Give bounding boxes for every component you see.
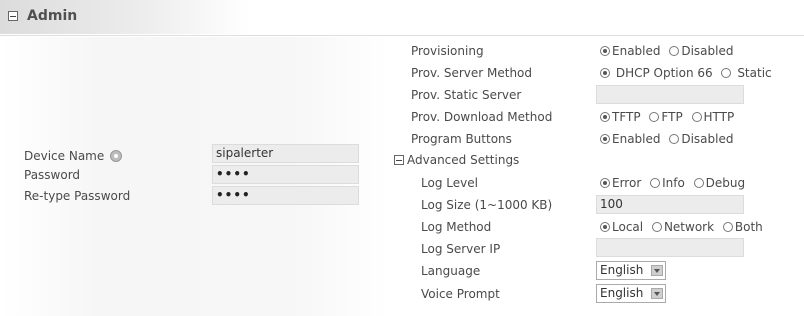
chevron-down-icon[interactable]	[651, 288, 663, 299]
log-method-network-option[interactable]: Network	[651, 220, 715, 234]
option-label: Info	[662, 176, 685, 190]
program-buttons-enabled-option[interactable]: Enabled	[600, 132, 661, 146]
log-method-both-option[interactable]: Both	[722, 220, 763, 234]
log-level-error-option[interactable]: Error	[600, 176, 641, 190]
program-buttons-label: Program Buttons	[411, 132, 512, 146]
provisioning-disabled-option[interactable]: Disabled	[669, 44, 733, 58]
provisioning-radio-group: Enabled Disabled	[600, 44, 738, 58]
radio-icon[interactable]	[669, 46, 680, 56]
device-name-label: Device Name	[24, 148, 123, 163]
radio-icon[interactable]	[600, 222, 610, 232]
header-divider	[0, 35, 804, 36]
radio-icon[interactable]	[693, 178, 704, 188]
provisioning-enabled-option[interactable]: Enabled	[600, 44, 661, 58]
voice-prompt-select[interactable]: English	[596, 284, 666, 303]
radio-icon[interactable]	[669, 134, 680, 144]
option-label: Enabled	[612, 44, 661, 58]
language-label: Language	[421, 264, 481, 278]
option-label: Network	[663, 220, 715, 234]
log-server-ip-field[interactable]	[596, 238, 744, 257]
log-level-debug-option[interactable]: Debug	[693, 176, 746, 190]
option-label: Enabled	[612, 132, 661, 146]
prov-download-method-label: Prov. Download Method	[411, 110, 553, 124]
radio-icon[interactable]	[651, 222, 662, 232]
admin-section-header: Admin	[0, 0, 804, 37]
option-label: Disabled	[681, 44, 734, 58]
language-select[interactable]: English	[596, 261, 666, 280]
voice-prompt-label: Voice Prompt	[421, 287, 500, 301]
option-label: Local	[612, 220, 644, 234]
provisioning-label: Provisioning	[411, 44, 484, 58]
radio-icon[interactable]	[722, 222, 733, 232]
option-label: HTTP	[703, 110, 735, 124]
retype-password-label: Re-type Password	[24, 189, 131, 203]
language-select-value: English	[600, 263, 644, 277]
static-option[interactable]: Static	[721, 66, 772, 80]
radio-icon[interactable]	[649, 112, 660, 122]
prov-download-method-radio-group: TFTP FTP HTTP	[600, 110, 739, 124]
advanced-settings-label[interactable]: Advanced Settings	[407, 153, 519, 167]
info-icon[interactable]	[110, 150, 123, 162]
log-method-label: Log Method	[421, 220, 492, 234]
prov-static-server-label: Prov. Static Server	[411, 88, 522, 102]
log-server-ip-label: Log Server IP	[421, 242, 501, 256]
ftp-option[interactable]: FTP	[649, 110, 683, 124]
chevron-down-icon[interactable]	[651, 265, 663, 276]
section-title: Admin	[27, 8, 78, 24]
option-label: FTP	[661, 110, 683, 124]
prov-server-method-radio-group: DHCP Option 66 Static	[600, 66, 777, 80]
log-size-label: Log Size (1~1000 KB)	[421, 198, 553, 212]
radio-icon[interactable]	[600, 46, 610, 56]
collapse-admin-icon[interactable]	[8, 11, 18, 21]
radio-icon[interactable]	[600, 134, 610, 144]
option-label: TFTP	[612, 110, 641, 124]
retype-password-field[interactable]: ••••	[212, 186, 359, 205]
voice-prompt-select-value: English	[600, 286, 644, 300]
radio-icon[interactable]	[600, 178, 610, 188]
option-label: Debug	[705, 176, 746, 190]
log-level-label: Log Level	[421, 176, 478, 190]
program-buttons-radio-group: Enabled Disabled	[600, 132, 738, 146]
log-size-field[interactable]: 100	[596, 195, 744, 214]
option-label: Both	[734, 220, 763, 234]
radio-icon[interactable]	[600, 68, 610, 78]
option-label: DHCP Option 66	[615, 66, 713, 80]
option-label: Disabled	[681, 132, 734, 146]
option-label: Static	[737, 66, 772, 80]
prov-static-server-field[interactable]	[596, 85, 744, 104]
prov-server-method-label: Prov. Server Method	[411, 66, 533, 80]
log-method-radio-group: Local Network Both	[600, 220, 768, 234]
log-level-info-option[interactable]: Info	[650, 176, 685, 190]
log-level-radio-group: Error Info Debug	[600, 176, 750, 190]
radio-icon[interactable]	[691, 112, 702, 122]
option-label: Error	[612, 176, 642, 190]
password-field[interactable]: ••••	[212, 165, 359, 184]
device-name-field[interactable]: sipalerter	[212, 144, 359, 163]
radio-icon[interactable]	[650, 178, 661, 188]
program-buttons-disabled-option[interactable]: Disabled	[669, 132, 733, 146]
http-option[interactable]: HTTP	[691, 110, 735, 124]
password-label: Password	[24, 168, 81, 182]
radio-icon[interactable]	[600, 112, 610, 122]
collapse-advanced-icon[interactable]	[394, 155, 404, 165]
device-name-label-text: Device Name	[24, 149, 105, 163]
log-method-local-option[interactable]: Local	[600, 220, 643, 234]
tftp-option[interactable]: TFTP	[600, 110, 641, 124]
radio-icon[interactable]	[721, 68, 732, 78]
dhcp-option-66-option[interactable]: DHCP Option 66	[600, 66, 713, 80]
